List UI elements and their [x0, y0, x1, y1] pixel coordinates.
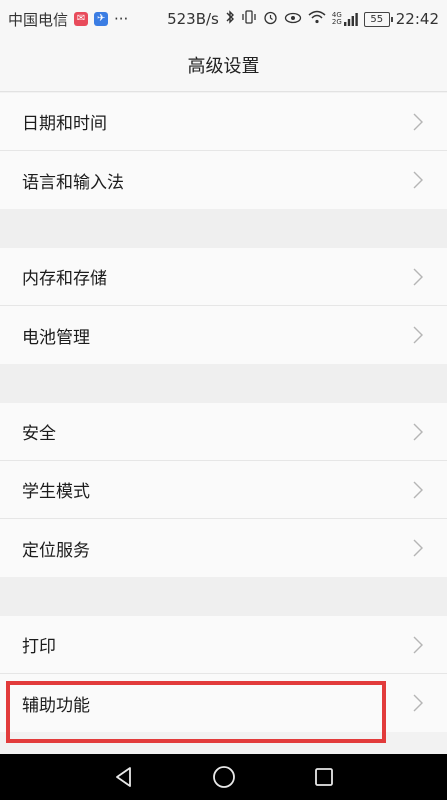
title-bar: 高级设置 — [0, 38, 447, 92]
vibrate-icon — [241, 10, 257, 28]
setting-label: 日期和时间 — [22, 114, 107, 134]
chevron-right-icon — [411, 423, 425, 441]
navigation-bar — [0, 754, 447, 800]
setting-student-mode[interactable]: 学生模式 — [0, 461, 447, 519]
setting-label: 定位服务 — [22, 540, 90, 561]
network-type-2g: 2G — [331, 18, 342, 26]
alarm-icon — [263, 10, 278, 29]
chevron-right-icon — [411, 113, 425, 131]
status-left: 中国电信 ✉ ✈ ··· — [8, 9, 128, 30]
setting-print[interactable]: 打印 — [0, 616, 447, 674]
setting-memory-storage[interactable]: 内存和存储 — [0, 248, 447, 306]
eye-comfort-icon — [284, 10, 302, 28]
network-speed: 523B/s — [167, 10, 219, 28]
settings-group-2: 内存和存储 电池管理 — [0, 248, 447, 364]
chevron-right-icon — [411, 539, 425, 557]
recent-square-icon[interactable] — [274, 767, 374, 787]
chevron-right-icon — [411, 326, 425, 344]
home-circle-icon[interactable] — [174, 765, 274, 789]
chevron-right-icon — [411, 268, 425, 286]
setting-battery-management[interactable]: 电池管理 — [0, 306, 447, 364]
back-triangle-icon[interactable] — [74, 766, 174, 788]
bluetooth-icon — [225, 10, 235, 28]
setting-label: 电池管理 — [22, 327, 90, 348]
chevron-right-icon — [411, 481, 425, 499]
more-notifications-icon: ··· — [114, 10, 129, 28]
carrier-label: 中国电信 — [8, 10, 69, 29]
status-right: 523B/s 4G 2G 55 22:42 — [167, 10, 439, 29]
setting-label: 内存和存储 — [22, 269, 107, 289]
setting-security[interactable]: 安全 — [0, 403, 447, 461]
setting-language-input[interactable]: 语言和输入法 — [0, 151, 447, 209]
setting-label: 辅助功能 — [22, 695, 90, 716]
page-title: 高级设置 — [187, 55, 260, 77]
settings-list: 日期和时间 语言和输入法 内存和存储 电池管理 安全 学生模式 定位服务 打印 … — [0, 93, 447, 732]
group-divider — [0, 364, 447, 403]
signal-icon: 4G 2G — [332, 12, 358, 26]
chevron-right-icon — [411, 171, 425, 189]
group-divider — [0, 577, 447, 616]
setting-label: 学生模式 — [22, 482, 90, 502]
settings-group-4: 打印 辅助功能 — [0, 616, 447, 732]
setting-date-time[interactable]: 日期和时间 — [0, 93, 447, 151]
settings-group-3: 安全 学生模式 定位服务 — [0, 403, 447, 577]
setting-label: 打印 — [22, 637, 56, 657]
setting-label: 语言和输入法 — [22, 172, 124, 193]
setting-location-services[interactable]: 定位服务 — [0, 519, 447, 577]
chevron-right-icon — [411, 694, 425, 712]
message-notification-icon: ✉ — [74, 12, 89, 26]
status-bar: 中国电信 ✉ ✈ ··· 523B/s 4G 2G 55 22:42 — [0, 0, 447, 38]
setting-label: 安全 — [22, 424, 56, 444]
chevron-right-icon — [411, 636, 425, 654]
battery-icon: 55 — [363, 11, 393, 27]
setting-accessibility[interactable]: 辅助功能 — [0, 674, 447, 732]
wifi-icon — [308, 10, 326, 28]
settings-group-1: 日期和时间 语言和输入法 — [0, 93, 447, 209]
group-divider — [0, 209, 447, 248]
app-notification-icon: ✈ — [94, 12, 109, 26]
clock: 22:42 — [395, 10, 439, 28]
